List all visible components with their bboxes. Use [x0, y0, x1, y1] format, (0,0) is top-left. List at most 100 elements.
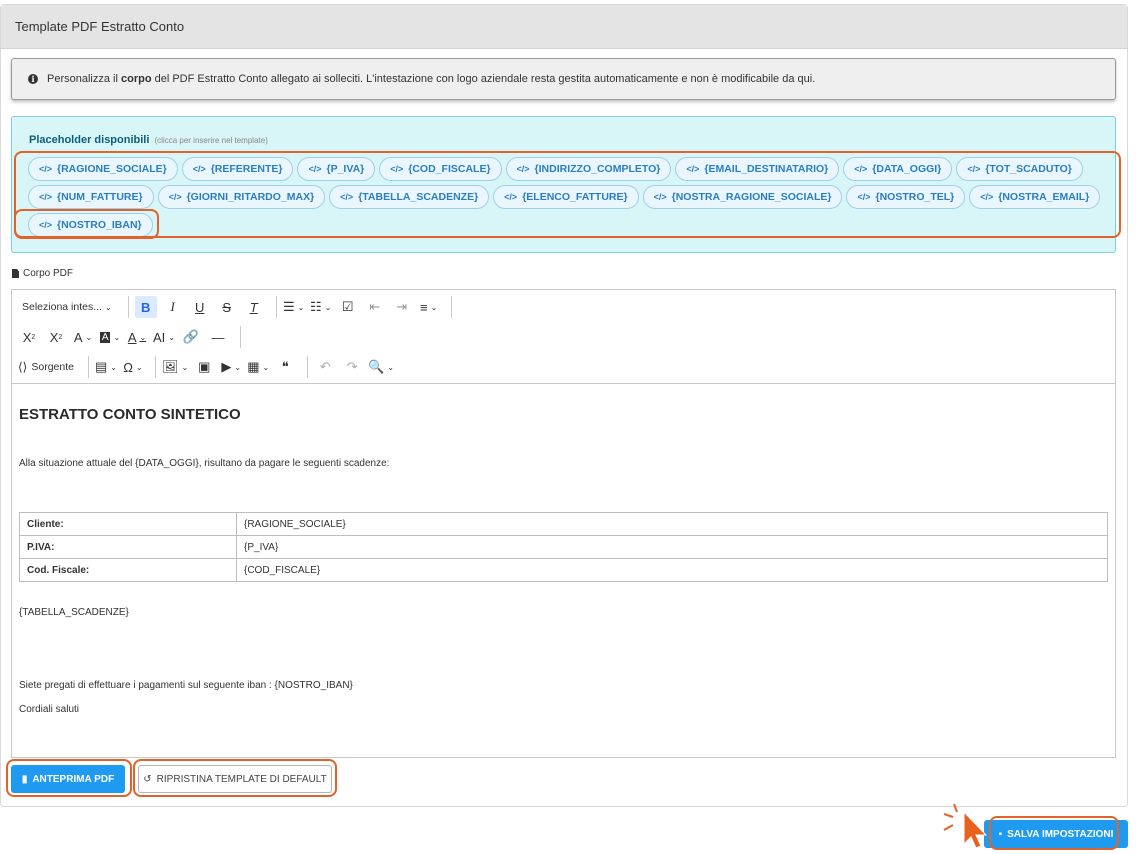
table-value-cell: {P_IVA} [236, 535, 1108, 559]
placeholder-chip[interactable]: </> {NOSTRO_TEL} [846, 185, 966, 209]
superscript-button[interactable]: X2 [45, 326, 67, 348]
code-icon: </> [39, 220, 53, 230]
template-icon[interactable]: ▤ ⌄ [95, 356, 117, 378]
chevron-down-icon: ⌄ [104, 302, 112, 312]
code-icon: </> [857, 192, 871, 202]
placeholder-chip[interactable]: </> {NOSTRO_IBAN} [28, 213, 153, 237]
media-embed-icon[interactable]: ▶ ⌄ [220, 356, 242, 378]
document-title: ESTRATTO CONTO SINTETICO [19, 406, 241, 423]
undo-icon: ↺ [143, 773, 152, 785]
placeholder-chip[interactable]: </> {NOSTRA_RAGIONE_SOCIALE} [642, 185, 843, 209]
save-icon: ▪ [998, 828, 1003, 840]
closing-paragraph: Cordiali saluti [19, 704, 80, 715]
undo-icon[interactable]: ↶ [314, 356, 336, 378]
background-color-icon[interactable]: A ⌄ [99, 326, 121, 348]
code-icon: </> [516, 164, 530, 174]
placeholder-chip-list: </> {RAGIONE_SOCIALE} </> {REFERENTE} </> {P_… [28, 157, 1118, 241]
placeholder-title: Placeholder disponibili (clicca per inse… [29, 134, 268, 146]
find-replace-icon[interactable]: 🔍 ⌄ [368, 356, 394, 378]
info-circle-icon: i [28, 74, 38, 84]
table-value-cell: {COD_FISCALE} [236, 558, 1108, 582]
outdent-icon[interactable]: ⇤ [364, 296, 386, 318]
placeholder-chip[interactable]: </> {P_IVA} [297, 157, 376, 181]
preview-pdf-button[interactable]: ▮ ANTEPRIMA PDF [11, 765, 125, 793]
code-icon: </> [308, 164, 322, 174]
code-icon: </> [504, 192, 518, 202]
code-icon: </> [967, 164, 981, 174]
client-table: Cliente: {RAGIONE_SOCIALE} P.IVA: {P_IVA} Co… [19, 512, 1108, 582]
link-icon[interactable]: 🔗 [180, 326, 202, 348]
placeholder-chip-row: </> {NOSTRO_IBAN} [28, 213, 1118, 237]
placeholder-chip[interactable]: </> {TABELLA_SCADENZE} [329, 185, 490, 209]
font-color-icon[interactable]: A ⌄ [126, 326, 148, 348]
card-title: Template PDF Estratto Conto [1, 5, 1127, 49]
table-row: P.IVA: {P_IVA} [19, 535, 1108, 559]
placeholder-chip-row: </> {NUM_FATTURE} </> {GIORNI_RITARDO_MAX} <… [28, 185, 1118, 209]
rich-text-editor[interactable]: Seleziona intes... ⌄ B I U S T ☰ ⌄ ☷ ⌄ ☑ ⇤ … [11, 289, 1116, 758]
placeholder-chip[interactable]: </> {NUM_FATTURE} [28, 185, 154, 209]
save-settings-button[interactable]: ▪ SALVA IMPOSTAZIONI [984, 820, 1128, 848]
code-icon: </> [686, 164, 700, 174]
info-alert: i Personalizza il corpo del PDF Estratto… [11, 58, 1116, 100]
placeholder-chip[interactable]: </> {ELENCO_FATTURE} [493, 185, 639, 209]
placeholder-panel: Placeholder disponibili (clicca per inse… [11, 116, 1116, 253]
italic-button[interactable]: I [162, 296, 184, 318]
click-burst-icon [943, 803, 958, 831]
table-label-cell: Cliente: [19, 512, 237, 536]
todo-list-icon[interactable]: ☑ [337, 296, 359, 318]
font-family-icon[interactable]: AI ⌄ [153, 326, 175, 348]
placeholder-chip[interactable]: </> {GIORNI_RITARDO_MAX} [157, 185, 326, 209]
align-icon[interactable]: ≡ ⌄ [418, 296, 440, 318]
heading-select[interactable]: Seleziona intes... ⌄ [18, 301, 116, 313]
placeholder-chip[interactable]: </> {NOSTRA_EMAIL} [969, 185, 1101, 209]
blockquote-icon[interactable]: ❝ [274, 356, 296, 378]
code-icon: </> [39, 164, 53, 174]
placeholder-chip[interactable]: </> {TOT_SCADUTO} [956, 157, 1083, 181]
iban-paragraph: Siete pregati di effettuare i pagamenti … [19, 680, 353, 691]
placeholder-chip[interactable]: </> {COD_FISCALE} [379, 157, 502, 181]
bulleted-list-icon[interactable]: ☰ ⌄ [283, 296, 305, 318]
indent-icon[interactable]: ⇥ [391, 296, 413, 318]
placeholder-chip[interactable]: </> {RAGIONE_SOCIALE} [28, 157, 178, 181]
font-size-icon[interactable]: A ⌄ [72, 326, 94, 348]
special-chars-icon[interactable]: Ω ⌄ [122, 356, 144, 378]
subscript-button[interactable]: X2 [18, 326, 40, 348]
strikethrough-button[interactable]: S [216, 296, 238, 318]
intro-paragraph: Alla situazione attuale del {DATA_OGGI},… [19, 458, 390, 469]
code-icon: </> [168, 192, 182, 202]
file-icon: ▮ [21, 773, 28, 785]
horizontal-line-icon[interactable]: — [207, 326, 229, 348]
placeholder-chip[interactable]: </> {INDIRIZZO_COMPLETO} [505, 157, 672, 181]
table-label-cell: Cod. Fiscale: [19, 558, 237, 582]
numbered-list-icon[interactable]: ☷ ⌄ [310, 296, 332, 318]
code-icon: </> [390, 164, 404, 174]
reset-template-button[interactable]: ↺ RIPRISTINA TEMPLATE DI DEFAULT [138, 765, 332, 793]
placeholder-chip[interactable]: </> {REFERENTE} [181, 157, 294, 181]
code-icon: </> [653, 192, 667, 202]
code-icon: </> [854, 164, 868, 174]
underline-button[interactable]: U [189, 296, 211, 318]
info-text: Personalizza il corpo del PDF Estratto C… [47, 73, 816, 85]
bold-button[interactable]: B [134, 296, 157, 318]
table-row: Cliente: {RAGIONE_SOCIALE} [19, 512, 1108, 536]
placeholder-chip[interactable]: </> {DATA_OGGI} [843, 157, 953, 181]
corpo-label: Corpo PDF [12, 268, 73, 279]
source-button[interactable]: ⟨⟩ Sorgente [18, 360, 74, 374]
pdf-file-icon [12, 269, 19, 278]
pointer-cursor-icon [963, 810, 988, 849]
tabella-placeholder: {TABELLA_SCADENZE} [19, 607, 129, 618]
code-icon: </> [192, 164, 206, 174]
image-icon[interactable]: ▣ [193, 356, 215, 378]
placeholder-chip-row: </> {RAGIONE_SOCIALE} </> {REFERENTE} </> {P_… [28, 157, 1118, 181]
code-icon: </> [980, 192, 994, 202]
table-value-cell: {RAGIONE_SOCIALE} [236, 512, 1108, 536]
editor-toolbar: Seleziona intes... ⌄ B I U S T ☰ ⌄ ☷ ⌄ ☑ ⇤ … [12, 290, 1115, 384]
redo-icon[interactable]: ↷ [341, 356, 363, 378]
table-row: Cod. Fiscale: {COD_FISCALE} [19, 558, 1108, 582]
table-icon[interactable]: ▦ ⌄ [247, 356, 269, 378]
code-icon: </> [340, 192, 354, 202]
clear-format-button[interactable]: T [243, 296, 265, 318]
table-label-cell: P.IVA: [19, 535, 237, 559]
image-upload-icon[interactable]: 🖼 ⌄ [162, 356, 188, 378]
placeholder-chip[interactable]: </> {EMAIL_DESTINATARIO} [675, 157, 840, 181]
